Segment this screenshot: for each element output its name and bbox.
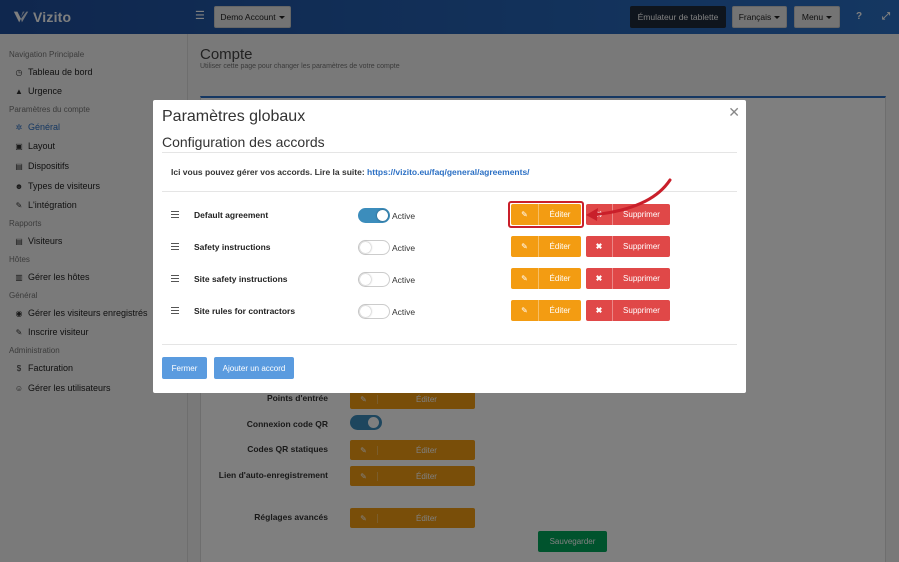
drag-handle-icon[interactable] xyxy=(171,275,179,282)
active-toggle[interactable] xyxy=(358,304,390,319)
agreement-name: Default agreement xyxy=(194,210,269,220)
delete-agreement-button[interactable]: ✖ Supprimer xyxy=(586,268,670,289)
active-toggle[interactable] xyxy=(358,208,390,223)
times-icon: ✖ xyxy=(586,236,613,257)
edit-agreement-button[interactable]: ✎ Éditer xyxy=(511,300,581,321)
annotation-arrow-icon xyxy=(586,178,672,221)
global-settings-modal: Paramètres globaux ✕ Configuration des a… xyxy=(153,100,746,393)
delete-agreement-button[interactable]: ✖ Supprimer xyxy=(586,300,670,321)
active-toggle[interactable] xyxy=(358,240,390,255)
modal-title: Paramètres globaux xyxy=(162,108,306,125)
pencil-icon: ✎ xyxy=(511,300,539,321)
drag-handle-icon[interactable] xyxy=(171,307,179,314)
edit-agreement-button[interactable]: ✎ Éditer xyxy=(511,236,581,257)
divider xyxy=(162,152,737,153)
agreement-name: Safety instructions xyxy=(194,242,271,252)
delete-agreement-button[interactable]: ✖ Supprimer xyxy=(586,236,670,257)
divider xyxy=(162,344,737,345)
agreements-info: Ici vous pouvez gérer vos accords. Lire … xyxy=(171,167,530,177)
close-icon[interactable]: ✕ xyxy=(728,104,740,121)
toggle-knob xyxy=(360,306,371,317)
toggle-label: Active xyxy=(392,275,416,285)
edit-agreement-button[interactable]: ✎ Éditer xyxy=(511,268,581,289)
agreements-faq-link[interactable]: https://vizito.eu/faq/general/agreements… xyxy=(367,167,529,177)
button-label: Supprimer xyxy=(623,274,660,283)
agreement-row: Site rules for contractors Active ✎ Édite… xyxy=(153,300,746,322)
active-toggle[interactable] xyxy=(358,272,390,287)
button-label: Supprimer xyxy=(623,306,660,315)
toggle-knob xyxy=(377,210,388,221)
agreement-name: Site rules for contractors xyxy=(194,306,296,316)
drag-handle-icon[interactable] xyxy=(171,211,179,218)
pencil-icon: ✎ xyxy=(511,268,539,289)
times-icon: ✖ xyxy=(586,268,613,289)
toggle-label: Active xyxy=(392,307,416,317)
agreement-row: Site safety instructions Active ✎ Éditer … xyxy=(153,268,746,290)
button-label: Éditer xyxy=(549,274,571,283)
drag-handle-icon[interactable] xyxy=(171,243,179,250)
button-label: Supprimer xyxy=(623,242,660,251)
button-label: Éditer xyxy=(549,306,571,315)
modal-subtitle: Configuration des accords xyxy=(162,134,325,150)
button-label: Éditer xyxy=(549,242,571,251)
toggle-knob xyxy=(360,242,371,253)
close-modal-button[interactable]: Fermer xyxy=(162,357,207,379)
toggle-label: Active xyxy=(392,243,416,253)
times-icon: ✖ xyxy=(586,300,613,321)
annotation-highlight-box xyxy=(508,201,584,228)
add-agreement-button[interactable]: Ajouter un accord xyxy=(214,357,294,379)
pencil-icon: ✎ xyxy=(511,236,539,257)
toggle-label: Active xyxy=(392,211,416,221)
agreement-name: Site safety instructions xyxy=(194,274,288,284)
info-text: Ici vous pouvez gérer vos accords. Lire … xyxy=(171,167,368,177)
agreement-row: Safety instructions Active ✎ Éditer ✖ Supp… xyxy=(153,236,746,258)
toggle-knob xyxy=(360,274,371,285)
